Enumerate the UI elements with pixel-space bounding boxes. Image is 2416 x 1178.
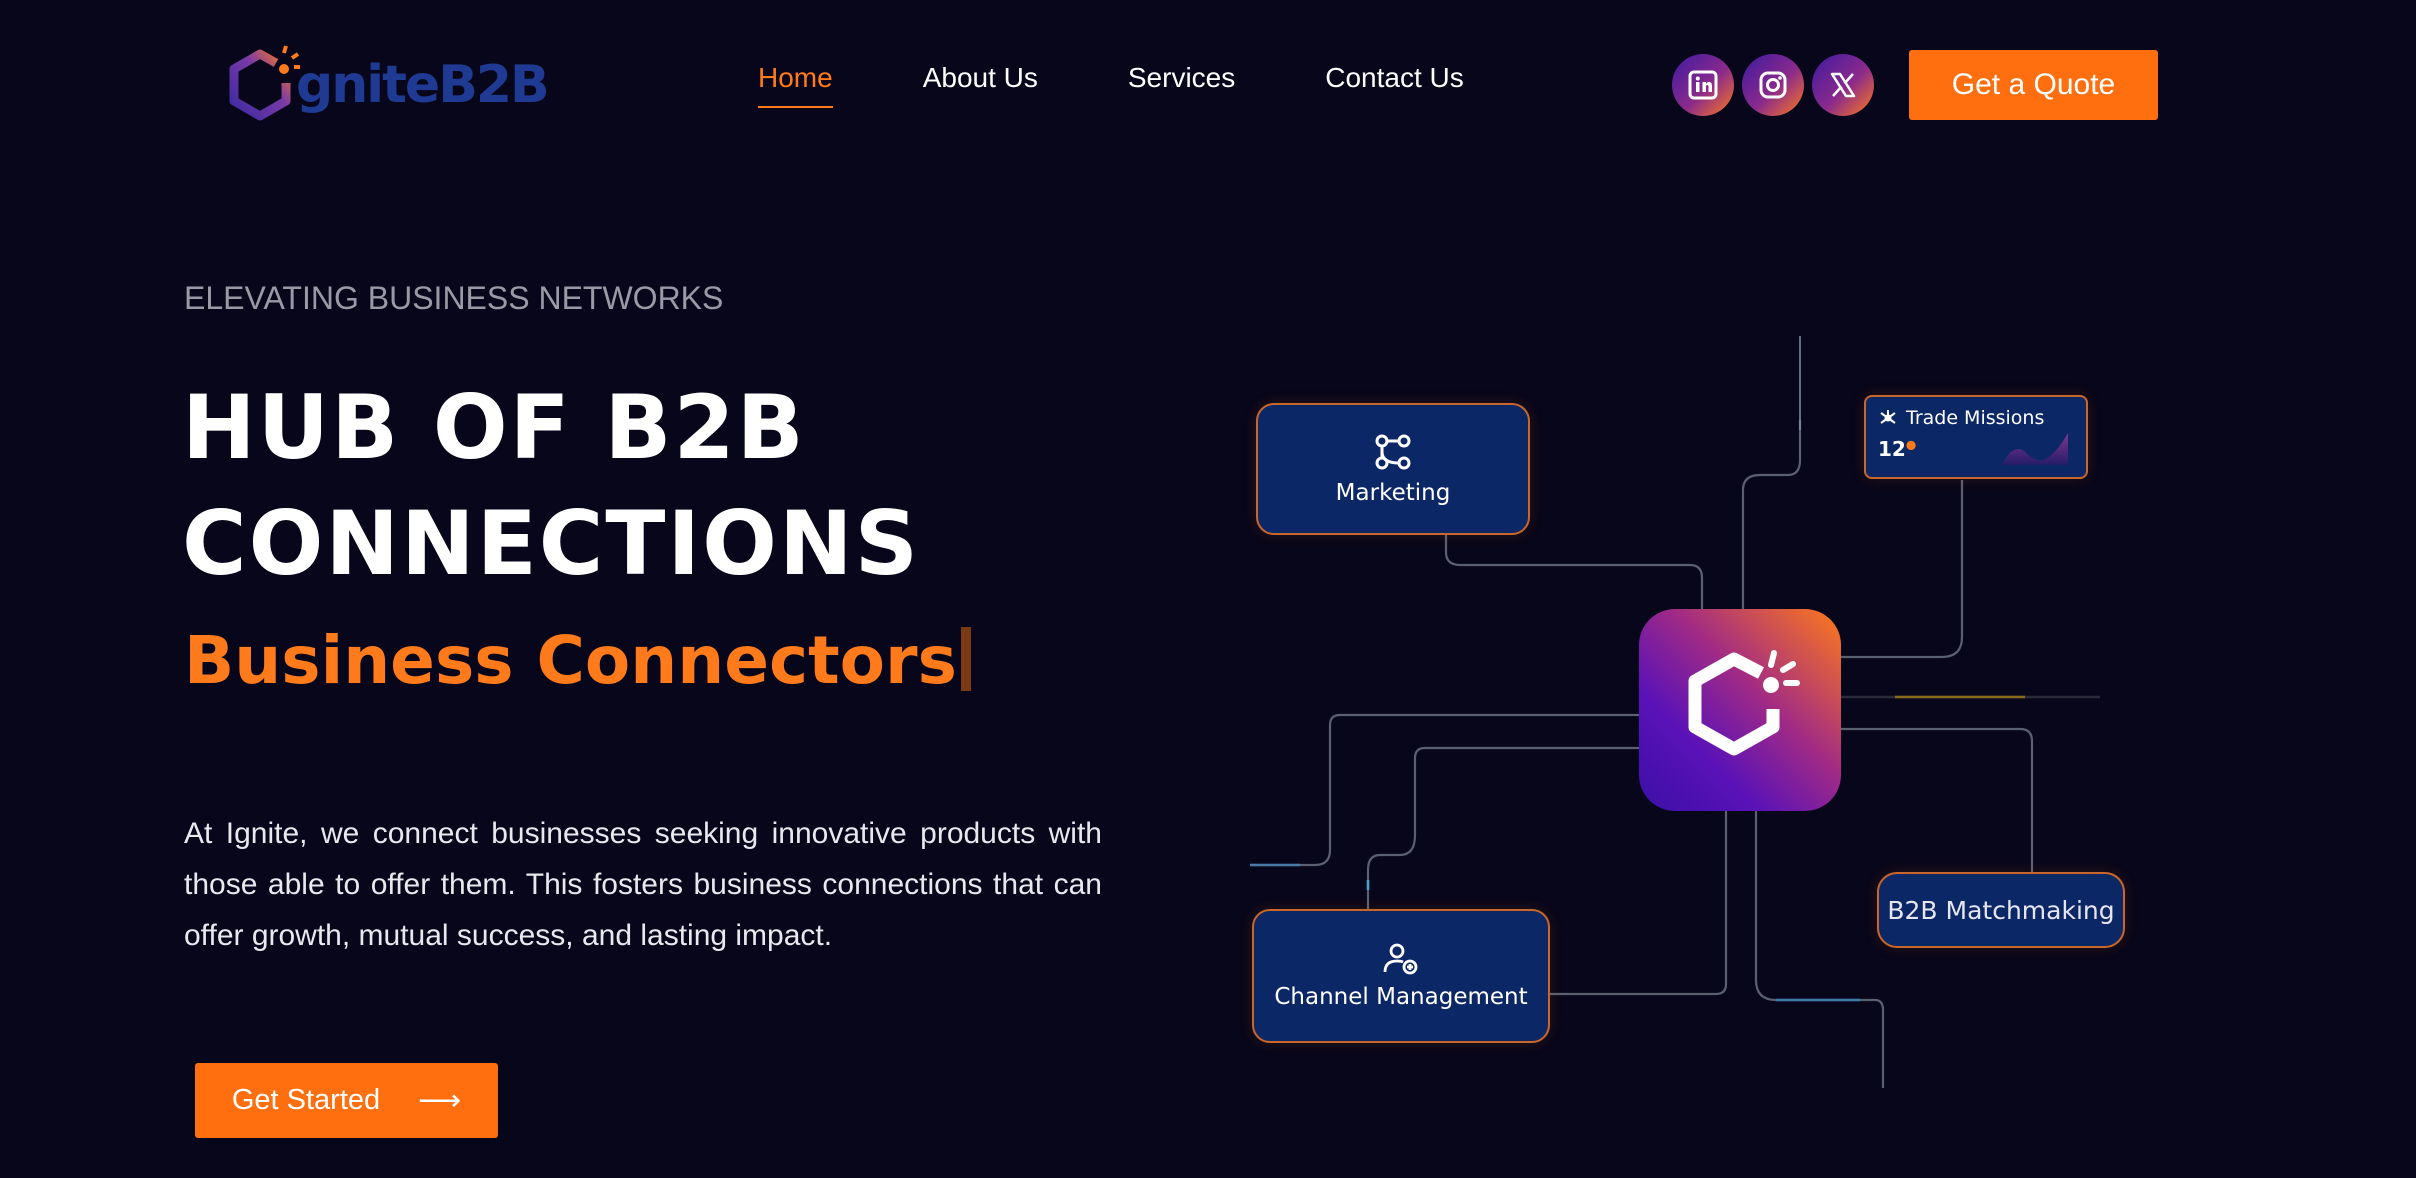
brand-name: gniteB2B — [296, 55, 550, 115]
headline-line-1: HUB OF B2B — [182, 376, 806, 479]
connection-diagram: Marketing Channel Management B2B Matchma… — [1240, 320, 2140, 1120]
trade-missions-card[interactable]: Trade Missions 12● — [1864, 395, 2088, 479]
network-icon — [1880, 410, 1896, 424]
hexagon-logo-icon — [229, 45, 300, 121]
nav-services[interactable]: Services — [1128, 62, 1235, 108]
ignite-hub[interactable] — [1639, 609, 1841, 811]
main-nav: Home About Us Services Contact Us — [758, 62, 1554, 108]
trade-missions-count: 12● — [1878, 437, 1916, 461]
typed-tagline: Business Connectors — [184, 622, 971, 699]
x-icon[interactable] — [1812, 54, 1874, 116]
trending-icon: ● — [1905, 437, 1917, 452]
get-a-quote-button[interactable]: Get a Quote — [1909, 50, 2158, 120]
arrow-right-icon: ⟶ — [418, 1084, 462, 1117]
get-started-button[interactable]: Get Started ⟶ — [195, 1063, 498, 1138]
typed-text: Business Connectors — [184, 622, 957, 699]
hero-description: At Ignite, we connect businesses seeking… — [184, 817, 1102, 952]
b2b-matchmaking-card[interactable]: B2B Matchmaking — [1877, 872, 2125, 948]
social-links — [1672, 54, 1882, 116]
channel-management-card[interactable]: Channel Management — [1252, 909, 1550, 1043]
brand-logo[interactable]: gniteB2B — [224, 40, 550, 130]
get-started-label: Get Started — [231, 1084, 381, 1116]
trade-count-value: 12 — [1878, 437, 1906, 461]
trade-missions-label: Trade Missions — [1906, 407, 2045, 429]
hero-headline: HUB OF B2B CONNECTIONS — [182, 370, 920, 602]
sparkline-chart — [2002, 433, 2068, 465]
linkedin-icon[interactable] — [1672, 54, 1734, 116]
ignite-logo-icon — [1688, 650, 1800, 756]
marketing-card[interactable]: Marketing — [1256, 403, 1530, 535]
headline-line-2: CONNECTIONS — [182, 492, 920, 595]
nav-contact-us[interactable]: Contact Us — [1325, 62, 1464, 108]
marketing-label: Marketing — [1335, 480, 1451, 506]
instagram-icon[interactable] — [1742, 54, 1804, 116]
hero-eyebrow: ELEVATING BUSINESS NETWORKS — [184, 280, 724, 316]
trade-missions-header: Trade Missions — [1878, 407, 2044, 429]
user-gear-icon — [1383, 943, 1418, 975]
b2b-matchmaking-label: B2B Matchmaking — [1887, 895, 2115, 925]
nav-home[interactable]: Home — [758, 62, 833, 108]
typing-caret — [960, 627, 971, 691]
workflow-icon — [1375, 434, 1411, 470]
nav-about-us[interactable]: About Us — [923, 62, 1038, 108]
channel-management-label: Channel Management — [1274, 984, 1528, 1010]
